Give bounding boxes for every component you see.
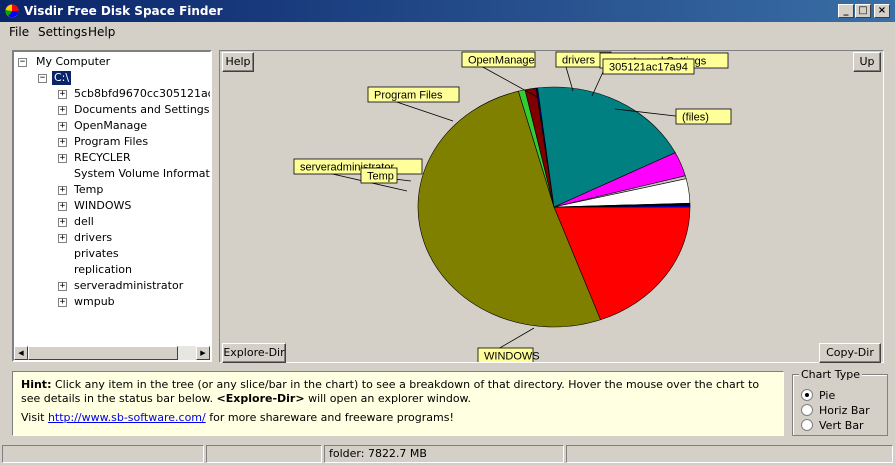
status-panel-right — [566, 445, 893, 463]
tree-item-label: Program Files — [74, 135, 149, 148]
tree-item-label: wmpub — [74, 295, 115, 308]
expand-icon[interactable]: + — [58, 90, 67, 99]
tree-item-label: 5cb8bfd9670cc305121ac17a — [74, 87, 212, 100]
status-panel-info: folder: 7822.7 MB — [324, 445, 564, 463]
pie-label[interactable]: Program Files — [367, 86, 460, 103]
expand-icon[interactable]: + — [58, 234, 67, 243]
pie-label[interactable]: (files) — [675, 108, 732, 125]
hint-text-2: will open an explorer window. — [304, 392, 472, 405]
hint-text: Hint: Click any item in the tree (or any… — [21, 378, 775, 406]
menu-settings[interactable]: Settings — [38, 25, 87, 39]
directory-tree[interactable]: ◀ ▶ − My Computer − C:\ +5cb8bfd9670cc305121… — [12, 50, 212, 362]
maximize-icon: □ — [858, 5, 868, 16]
pie-label[interactable]: WINDOWS — [477, 347, 540, 363]
minimize-icon: _ — [843, 5, 849, 16]
tree-root-label: My Computer — [36, 55, 111, 68]
menu-file[interactable]: File — [9, 25, 29, 39]
tree-item-label: serveradministrator — [74, 279, 184, 292]
tree-item-label: drivers — [74, 231, 113, 244]
pie-label-text: drivers — [562, 55, 596, 67]
expand-icon[interactable]: + — [58, 202, 67, 211]
pie-label-text: Temp — [367, 171, 394, 183]
close-icon: × — [877, 5, 887, 16]
pie-label[interactable]: 305121ac17a94 — [602, 58, 695, 75]
radio-pie[interactable] — [801, 389, 813, 401]
chart-type-legend: Chart Type — [799, 368, 862, 381]
expand-icon[interactable]: + — [58, 106, 67, 115]
tree-item-label: Documents and Settings — [74, 103, 210, 116]
website-link[interactable]: http://www.sb-software.com/ — [48, 411, 206, 424]
pie-label-text: WINDOWS — [484, 351, 540, 363]
tree-item-label: dell — [74, 215, 94, 228]
menu-help[interactable]: Help — [88, 25, 115, 39]
pie-label-text: Program Files — [374, 90, 443, 102]
collapse-icon[interactable]: − — [38, 74, 47, 83]
expand-icon[interactable]: + — [58, 138, 67, 147]
chart-type-group: Chart Type Pie Horiz Bar Vert Bar — [792, 368, 888, 436]
status-bar: folder: 7822.7 MB — [0, 443, 895, 465]
pie-label[interactable]: OpenManage — [461, 51, 536, 68]
tree-drive-label: C:\ — [52, 71, 72, 85]
chart-panel[interactable]: OpenManagedriversuments and Settings3051… — [219, 50, 884, 363]
maximize-button[interactable]: □ — [855, 4, 871, 18]
expand-icon[interactable]: + — [58, 122, 67, 131]
collapse-icon[interactable]: − — [18, 58, 27, 67]
app-icon — [5, 4, 19, 18]
status-panel-left — [2, 445, 204, 463]
menu-bar: File Settings Help — [0, 22, 895, 42]
tree-horizontal-scrollbar[interactable]: ◀ ▶ — [14, 346, 210, 360]
arrow-left-icon: ◀ — [18, 349, 24, 357]
scroll-left-button[interactable]: ◀ — [14, 346, 28, 360]
tree-item-label: OpenManage — [74, 119, 148, 132]
radio-horiz-bar-label[interactable]: Horiz Bar — [819, 404, 870, 417]
pie-label[interactable]: serveradministrator — [293, 158, 423, 175]
up-button[interactable]: Up — [853, 52, 881, 72]
arrow-right-icon: ▶ — [200, 349, 206, 357]
tree-item-label: WINDOWS — [74, 199, 132, 212]
hint-explore: <Explore-Dir> — [216, 392, 305, 405]
tree-item-label: Temp — [74, 183, 104, 196]
close-button[interactable]: × — [874, 4, 890, 18]
explore-dir-button[interactable]: Explore-Dir — [222, 343, 286, 363]
window-title: Visdir Free Disk Space Finder — [24, 4, 223, 18]
radio-vert-bar-label[interactable]: Vert Bar — [819, 419, 864, 432]
tree-item-label: System Volume Information — [74, 167, 212, 180]
scroll-right-button[interactable]: ▶ — [196, 346, 210, 360]
tree-item-label: privates — [74, 247, 119, 260]
expand-icon[interactable]: + — [58, 186, 67, 195]
pie-chart[interactable]: OpenManagedriversuments and Settings3051… — [220, 51, 883, 362]
radio-horiz-bar[interactable] — [801, 404, 813, 416]
expand-icon[interactable]: + — [58, 154, 67, 163]
hint-box: Hint: Click any item in the tree (or any… — [12, 371, 784, 436]
hint-visit-prefix: Visit — [21, 411, 48, 424]
tree-item-label: RECYCLER — [74, 151, 131, 164]
hint-prefix: Hint: — [21, 378, 52, 391]
minimize-button[interactable]: _ — [838, 4, 854, 18]
scroll-thumb[interactable] — [28, 346, 178, 360]
hint-visit: Visit http://www.sb-software.com/ for mo… — [21, 411, 775, 425]
tree-item-label: replication — [74, 263, 133, 276]
radio-pie-label[interactable]: Pie — [819, 389, 835, 402]
expand-icon[interactable]: + — [58, 282, 67, 291]
help-button[interactable]: Help — [222, 52, 254, 72]
pie-label-text: (files) — [682, 112, 709, 124]
pie-label-text: OpenManage — [468, 55, 535, 67]
pie-label-text: 305121ac17a94 — [609, 62, 688, 74]
title-bar[interactable]: Visdir Free Disk Space Finder _ □ × — [0, 0, 895, 22]
hint-visit-suffix: for more shareware and freeware programs… — [205, 411, 454, 424]
pie-label[interactable]: Temp — [360, 167, 398, 184]
copy-dir-button[interactable]: Copy-Dir — [819, 343, 881, 363]
expand-icon[interactable]: + — [58, 218, 67, 227]
expand-icon[interactable]: + — [58, 298, 67, 307]
radio-vert-bar[interactable] — [801, 419, 813, 431]
status-panel-mid — [206, 445, 322, 463]
